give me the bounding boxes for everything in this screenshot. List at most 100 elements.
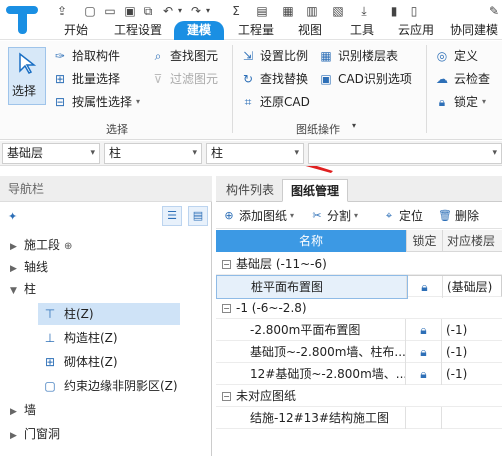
tab-component-list[interactable]: 构件列表: [218, 179, 282, 202]
collapse-icon[interactable]: −: [222, 304, 231, 313]
split-button[interactable]: ✂ 分割 ▾: [310, 207, 358, 225]
chevron-down-icon: ▾: [354, 211, 359, 220]
menu-quantity[interactable]: 工程量: [232, 21, 280, 40]
select-tool-button[interactable]: 选择: [8, 47, 46, 105]
tree-label: 柱(Z): [64, 307, 94, 321]
locate-button[interactable]: ⌖ 定位: [382, 207, 423, 225]
group-expand-icon[interactable]: ▾: [352, 121, 356, 130]
pencil-icon[interactable]: ✎: [486, 3, 502, 19]
menu-start[interactable]: 开始: [58, 21, 94, 40]
table-row-group[interactable]: − -1 (-6~-2.8): [216, 297, 502, 319]
floor-select[interactable]: 基础层 ▾: [2, 143, 100, 164]
chart-icon[interactable]: ▥: [304, 3, 320, 19]
find-replace-button[interactable]: ↻ 查找替换: [240, 69, 308, 89]
open-folder-icon[interactable]: ▭: [102, 3, 118, 19]
redo-dropdown-icon[interactable]: ▾: [200, 3, 216, 19]
component-select[interactable]: ▾: [308, 143, 502, 164]
floor-value: [442, 407, 502, 429]
list-view-icon[interactable]: ☰: [162, 206, 182, 226]
table-row-group[interactable]: − 基础层 (-11~-6): [216, 253, 502, 275]
table-row[interactable]: -2.800m平面布置图 🔒︎ (-1): [216, 319, 502, 341]
attr-icon: ⊟: [54, 95, 66, 109]
divider: [232, 45, 233, 133]
building-icon[interactable]: ▯: [406, 3, 422, 19]
delete-button[interactable]: 🗑︎ 删除: [438, 207, 479, 225]
tree-item-door-window[interactable]: ▶ 门窗洞: [10, 423, 60, 445]
cursor-icon: [19, 52, 37, 74]
tree-item-column[interactable]: ▼ 柱: [10, 278, 36, 300]
select-group-label: 选择: [106, 123, 128, 136]
cloud-check-button[interactable]: ☁ 云检查: [434, 69, 490, 89]
menu-modeling[interactable]: 建模: [174, 21, 224, 40]
restore-cad-button[interactable]: ⌗ 还原CAD: [240, 92, 310, 112]
report-icon[interactable]: ▤: [254, 3, 270, 19]
drawing-name: -2.800m平面布置图: [250, 323, 361, 337]
category-select[interactable]: 柱 ▾: [104, 143, 202, 164]
set-scale-button[interactable]: ⇲ 设置比例: [240, 46, 308, 66]
tree-item-masonry-column[interactable]: ⊞ 砌体柱(Z): [38, 351, 118, 373]
nav-title: 导航栏: [0, 176, 212, 202]
sum-icon[interactable]: Σ: [228, 3, 244, 19]
lock-icon[interactable]: 🔒︎: [406, 363, 442, 385]
attr-select-label: 按属性选择: [72, 95, 133, 109]
drawing-table: − 基础层 (-11~-6) 桩平面布置图 🔒︎ (基础层) − -1 (-6~-2.8…: [216, 253, 502, 453]
table-row-group[interactable]: − 未对应图纸: [216, 385, 502, 407]
cad-options-button[interactable]: ▣ CAD识别选项: [318, 69, 412, 89]
detail-view-icon[interactable]: ▤: [188, 206, 208, 226]
table-row[interactable]: 12#基础顶~-2.800m墙、... 🔒︎ (-1): [216, 363, 502, 385]
download-icon[interactable]: ⤓: [356, 3, 372, 19]
split-icon: ✂: [312, 209, 322, 222]
find-element-button[interactable]: ⌕ 查找图元: [150, 46, 218, 66]
type-select[interactable]: 柱 ▾: [206, 143, 304, 164]
lock-icon[interactable]: 🔒︎: [407, 276, 443, 298]
menu-collab[interactable]: 协同建模: [450, 21, 502, 40]
copy-icon[interactable]: ⧉: [140, 3, 156, 19]
batch-select-button[interactable]: ⊞ 批量选择: [52, 69, 120, 89]
filter-bar: 基础层 ▾ 柱 ▾ 柱 ▾ ▾: [0, 141, 502, 166]
menu-cloud[interactable]: 云应用: [392, 21, 440, 40]
lock-button[interactable]: 🔒︎ 锁定 ▾: [434, 92, 486, 112]
menu-tools[interactable]: 工具: [344, 21, 380, 40]
tree-item-constraint-edge[interactable]: ▢ 约束边缘非阴影区(Z): [38, 375, 178, 397]
lock-icon[interactable]: 🔒︎: [406, 319, 442, 341]
tree-item-axis[interactable]: ▶ 轴线: [10, 256, 48, 278]
identify-floor-table-label: 识别楼层表: [338, 49, 399, 63]
tree-item-construction-section[interactable]: ▶ 施工段 ⊕: [10, 234, 72, 256]
identify-floor-table-button[interactable]: ▦ 识别楼层表: [318, 46, 398, 66]
lock-icon[interactable]: 🔒︎: [406, 341, 442, 363]
table-row[interactable]: 桩平面布置图 🔒︎ (基础层): [216, 275, 502, 299]
new-file-icon[interactable]: ▢: [82, 3, 98, 19]
add-drawing-button[interactable]: ⊕ 添加图纸 ▾: [222, 207, 294, 225]
table-header: 名称 锁定 对应楼层: [216, 230, 502, 252]
drawing-name: 基础顶~-2.800m墙、柱布...: [250, 345, 406, 359]
tab-drawing-management[interactable]: 图纸管理: [282, 179, 349, 202]
table-row[interactable]: 结施-12#13#结构施工图: [216, 407, 502, 429]
define-button[interactable]: ◎ 定义: [434, 46, 478, 66]
menu-project-settings[interactable]: 工程设置: [110, 21, 166, 40]
tree-item-wall[interactable]: ▶ 墙: [10, 399, 36, 421]
attr-select-button[interactable]: ⊟ 按属性选择 ▾: [52, 92, 140, 112]
collapse-icon[interactable]: −: [222, 260, 231, 269]
add-drawing-icon: ⊕: [224, 209, 234, 222]
table-icon[interactable]: ▦: [280, 3, 296, 19]
column-lock-header[interactable]: 锁定: [406, 230, 442, 252]
grid-icon[interactable]: ▧: [330, 3, 346, 19]
tree-label: 墙: [24, 403, 37, 417]
table-row[interactable]: 基础顶~-2.800m墙、柱布... 🔒︎ (-1): [216, 341, 502, 363]
upload-icon[interactable]: ⇪: [54, 3, 70, 19]
filter-element-button[interactable]: ⊽ 过滤图元: [150, 69, 218, 89]
column-floor-header[interactable]: 对应楼层: [442, 230, 502, 252]
find-replace-label: 查找替换: [260, 72, 309, 86]
column-name-header[interactable]: 名称: [216, 230, 406, 252]
tree-item-column-z[interactable]: ⊤ 柱(Z): [38, 303, 180, 325]
menu-view[interactable]: 视图: [292, 21, 328, 40]
collapse-icon[interactable]: −: [222, 392, 231, 401]
pin-icon[interactable]: ✦: [8, 210, 17, 223]
tree-item-structural-column[interactable]: ⊥ 构造柱(Z): [38, 327, 118, 349]
save-icon[interactable]: ▣: [122, 3, 138, 19]
ruler-icon[interactable]: ▮: [386, 3, 402, 19]
undo-dropdown-icon[interactable]: ▾: [172, 3, 188, 19]
pick-component-button[interactable]: ✑ 拾取构件: [52, 46, 120, 66]
divider: [426, 45, 427, 133]
tree-label: 约束边缘非阴影区(Z): [64, 379, 178, 393]
